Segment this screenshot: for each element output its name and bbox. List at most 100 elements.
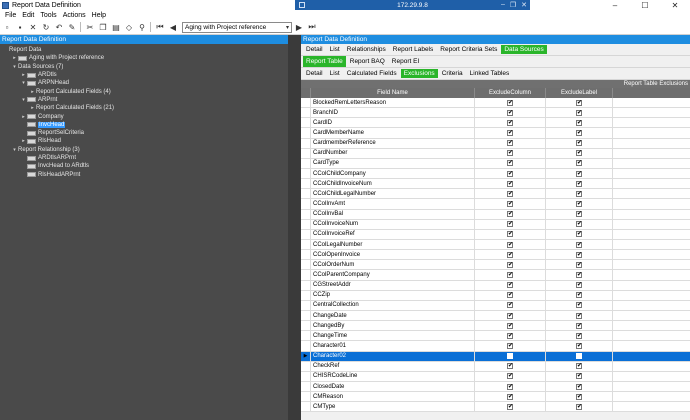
table-row[interactable]: CColInvoiceRef ✔ ✔ [301, 229, 690, 240]
menu-edit[interactable]: Edit [19, 12, 37, 19]
row-selector[interactable] [301, 148, 311, 158]
row-selector[interactable] [301, 361, 311, 371]
exclude-label-checkbox[interactable]: ✔ [576, 211, 582, 218]
collapse-icon[interactable]: ▾ [20, 80, 27, 86]
tree-node[interactable]: InvcHead [0, 121, 288, 129]
exclude-column-checkbox[interactable]: ✔ [507, 99, 513, 106]
exclude-column-checkbox[interactable]: ✔ [507, 150, 513, 157]
row-selector[interactable] [301, 310, 311, 321]
tree-node[interactable]: ▸ Company [0, 112, 288, 120]
exclude-label-checkbox[interactable]: ✔ [576, 129, 582, 136]
exclude-column-checkbox[interactable]: ✔ [507, 160, 513, 167]
row-selector[interactable] [301, 229, 311, 239]
row-selector[interactable] [301, 331, 311, 341]
exclude-label-checkbox[interactable]: ✔ [576, 271, 582, 278]
expand-icon[interactable]: ▸ [20, 138, 27, 144]
expand-icon[interactable]: ▸ [29, 89, 36, 95]
new-dropdown-icon[interactable]: ▫ [1, 21, 13, 33]
tree-node[interactable]: InvcHead to ARdtls [0, 162, 288, 170]
exclude-column-checkbox[interactable]: ✔ [507, 322, 513, 329]
row-selector[interactable] [301, 280, 311, 290]
tree-node[interactable]: RlsHeadARPrnt [0, 170, 288, 178]
exclude-label-checkbox[interactable] [576, 353, 582, 360]
tree-node-label[interactable]: ARDtls [38, 72, 57, 78]
exclude-label-checkbox[interactable]: ✔ [576, 322, 582, 329]
table-row[interactable]: CColChildLegalNumber ✔ ✔ [301, 189, 690, 200]
tree-node[interactable]: ▸ Aging with Project reference [0, 54, 288, 62]
pin-icon[interactable] [299, 2, 305, 8]
table-row[interactable]: CColInvBal ✔ ✔ [301, 209, 690, 220]
tree-node-label[interactable]: Report Data [9, 47, 41, 53]
exclude-label-checkbox[interactable]: ✔ [576, 403, 582, 410]
exclude-column-checkbox[interactable]: ✔ [507, 140, 513, 147]
tab-list[interactable]: List [327, 45, 343, 54]
table-row[interactable]: CMReason ✔ ✔ [301, 392, 690, 403]
minimize-button[interactable]: – [600, 0, 630, 10]
table-row[interactable]: CardNumber ✔ ✔ [301, 148, 690, 159]
exclude-label-checkbox[interactable]: ✔ [576, 231, 582, 238]
row-selector[interactable] [301, 371, 311, 381]
exclude-label-checkbox[interactable]: ✔ [576, 170, 582, 177]
table-row[interactable]: CCZip ✔ ✔ [301, 290, 690, 301]
exclude-column-checkbox[interactable]: ✔ [507, 190, 513, 197]
tab-relationships[interactable]: Relationships [344, 45, 389, 54]
exclude-label-checkbox[interactable]: ✔ [576, 221, 582, 228]
tree-node-label[interactable]: Aging with Project reference [29, 55, 104, 61]
row-selector[interactable] [301, 128, 311, 138]
exclude-label-checkbox[interactable]: ✔ [576, 160, 582, 167]
delete-icon[interactable]: ✕ [27, 21, 39, 33]
panel-splitter[interactable] [288, 35, 301, 420]
tab-list[interactable]: List [327, 69, 343, 78]
tree-node[interactable]: ▸ RlsHead [0, 137, 288, 145]
menu-tools[interactable]: Tools [37, 12, 59, 19]
tab-calculated-fields[interactable]: Calculated Fields [344, 69, 400, 78]
exclude-label-checkbox[interactable]: ✔ [576, 140, 582, 147]
undo-icon[interactable]: ↶ [53, 21, 65, 33]
cut-icon[interactable]: ✂ [84, 21, 96, 33]
row-selector[interactable] [301, 300, 311, 310]
row-selector[interactable] [301, 392, 311, 402]
exclude-label-checkbox[interactable]: ✔ [576, 261, 582, 268]
copy-icon[interactable]: ❐ [97, 21, 109, 33]
exclude-column-checkbox[interactable]: ✔ [507, 332, 513, 339]
exclude-column-checkbox[interactable]: ✔ [507, 383, 513, 390]
tools-icon[interactable]: ✎ [66, 21, 78, 33]
tree-node[interactable]: ReportSelCriteria [0, 129, 288, 137]
exclude-column-checkbox[interactable]: ✔ [507, 261, 513, 268]
tree-node-label[interactable]: Company [38, 114, 64, 120]
row-selector[interactable] [301, 341, 311, 351]
table-row[interactable]: CColInvoiceNum ✔ ✔ [301, 219, 690, 230]
row-selector[interactable] [301, 402, 311, 412]
menu-help[interactable]: Help [89, 12, 109, 19]
save-icon[interactable]: ▪ [14, 21, 26, 33]
exclude-column-checkbox[interactable]: ✔ [507, 393, 513, 400]
tree-node-label[interactable]: ARPNHead [38, 80, 69, 86]
exclude-column-checkbox[interactable]: ✔ [507, 231, 513, 238]
row-selector[interactable] [301, 260, 311, 270]
menu-file[interactable]: File [2, 12, 19, 19]
table-row[interactable]: CardMemberName ✔ ✔ [301, 128, 690, 139]
tree-node[interactable]: ▾ Report Relationship (3) [0, 146, 288, 154]
tree-node[interactable]: ▾ ARPNHead [0, 79, 288, 87]
exclude-column-checkbox[interactable]: ✔ [507, 200, 513, 207]
tree-node[interactable]: ▸ Report Calculated Fields (4) [0, 87, 288, 95]
tab-report-baq[interactable]: Report BAQ [347, 57, 388, 66]
tab-criteria[interactable]: Criteria [439, 69, 466, 78]
exclude-label-checkbox[interactable]: ✔ [576, 292, 582, 299]
exclude-label-checkbox[interactable]: ✔ [576, 119, 582, 126]
remote-minimize-icon[interactable]: – [501, 1, 505, 9]
tree-node-label[interactable]: ARPrnt [38, 97, 57, 103]
exclude-column-checkbox[interactable]: ✔ [507, 119, 513, 126]
remote-connection-bar[interactable]: 172.29.9.8 – ❐ ✕ [295, 0, 530, 10]
exclude-column-checkbox[interactable]: ✔ [507, 180, 513, 187]
row-selector[interactable] [301, 239, 311, 250]
tree-node-label[interactable]: InvcHead [38, 121, 66, 128]
table-row[interactable]: CentralCollection ✔ ✔ [301, 300, 690, 311]
exclude-label-checkbox[interactable]: ✔ [576, 373, 582, 380]
tree-node[interactable]: ▸ Report Calculated Fields (21) [0, 104, 288, 112]
row-selector[interactable] [301, 219, 311, 229]
table-row[interactable]: CardType ✔ ✔ [301, 158, 690, 169]
exclude-label-checkbox[interactable]: ✔ [576, 383, 582, 390]
table-row[interactable]: BlockedRemLettersReason ✔ ✔ [301, 98, 690, 109]
exclude-column-checkbox[interactable]: ✔ [507, 282, 513, 289]
